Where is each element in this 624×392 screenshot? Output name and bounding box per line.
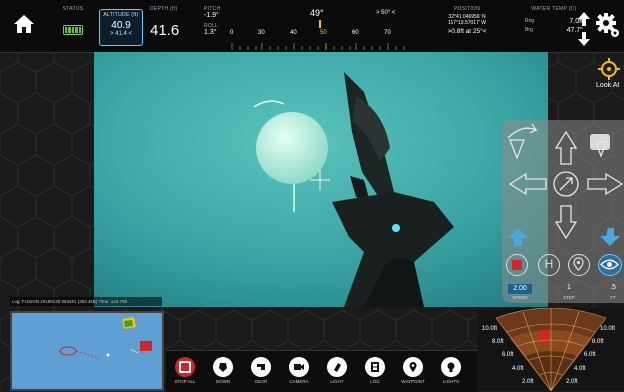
toolbar-label: WAYPOINT <box>401 379 425 384</box>
altitude-value: 40.9 <box>111 20 131 31</box>
look-at-label: Look At <box>596 82 620 89</box>
altitude-label: ALTITUDE (ft) <box>103 12 139 18</box>
water-label: WATER TEMP (C) <box>531 6 577 12</box>
depth-panel: DEPTH (ft) 41.6 <box>150 6 190 46</box>
toolbar-label: DOWN <box>215 379 231 384</box>
sonar-range-left: 10.0ft <box>482 326 498 332</box>
sonar-range-right: 4.0ft <box>574 366 586 372</box>
toolbar-label: STOP ALL <box>174 379 196 384</box>
compass-tick: 70 <box>384 30 391 36</box>
flashlight-icon <box>334 363 341 372</box>
sonar-range-left: 4.0ft <box>512 366 524 372</box>
gear-button[interactable]: GEAR <box>246 357 276 391</box>
compass-tick: 50 <box>320 30 327 36</box>
look-at-button[interactable] <box>598 58 620 80</box>
sonar-range-right: 10.0ft <box>600 326 616 332</box>
heading-value: 49° <box>310 8 324 18</box>
stop-icon <box>512 260 522 270</box>
bulb-icon <box>447 362 455 372</box>
gear-icon <box>596 13 619 37</box>
rng-label: Rng <box>525 18 535 24</box>
map-canvas <box>12 313 162 389</box>
position-label: POSITION <box>453 6 481 12</box>
down-button[interactable]: DOWN <box>208 357 238 391</box>
lights-button[interactable]: LIGHTS <box>436 357 466 391</box>
anchor-icon <box>219 363 227 372</box>
step-value[interactable]: 1 <box>562 284 576 291</box>
stop-icon <box>179 361 191 373</box>
video-frame <box>94 52 548 307</box>
eye-icon <box>600 259 619 270</box>
log-button[interactable]: LOG <box>360 357 390 391</box>
speed-label: SPEED <box>512 295 528 300</box>
waypoint-toolbar-button[interactable]: WAYPOINT <box>398 357 428 391</box>
toolbar-label: LIGHT <box>330 379 344 384</box>
compass-tick: 60 <box>352 30 359 36</box>
mini-map[interactable] <box>10 311 164 391</box>
camera-icon <box>294 364 304 370</box>
waypoint-button[interactable] <box>568 254 590 276</box>
up-down-arrows[interactable] <box>578 12 590 46</box>
third-label: FT <box>610 295 616 300</box>
sonar-range-left: 6.0ft <box>502 352 514 358</box>
light-button[interactable]: LIGHT <box>322 357 352 391</box>
location-pin-icon <box>409 362 417 372</box>
heading-target: > 50° < <box>376 10 396 16</box>
sonar-range-left: 8.0ft <box>492 339 504 345</box>
step-label: STEP <box>563 295 575 300</box>
heading-compass: 49° > 50° < 0 30 40 50 60 70 <box>228 6 414 50</box>
camera-button[interactable]: CAMERA <box>284 357 314 391</box>
up-down-arrows-icon <box>578 12 590 46</box>
sonar-display[interactable]: 10.0ft 8.0ft 6.0ft 4.0ft 2.0ft 10.0ft 8.… <box>478 308 624 391</box>
position-offset: >0.8ft at 25°< <box>447 28 487 35</box>
sonar-range-right: 6.0ft <box>584 352 596 358</box>
hold-icon: H <box>544 257 554 271</box>
toolbar-label: CAMERA <box>289 379 309 384</box>
position-lon: 117°13.57017' W <box>448 20 486 26</box>
stop-record-button[interactable] <box>506 254 528 276</box>
top-status-bar: STATUS ALTITUDE (ft) 40.9 > 41.4 < DEPTH… <box>0 0 624 53</box>
sonar-fan <box>478 308 624 391</box>
home-button[interactable] <box>12 12 36 36</box>
bottom-toolbar: STOP ALL DOWN GEAR CAMERA LIGHT LOG WAYP… <box>166 350 478 392</box>
view-toggle-button[interactable] <box>598 254 622 276</box>
altitude-panel[interactable]: ALTITUDE (ft) 40.9 > 41.4 < <box>99 9 143 46</box>
stop-all-button[interactable]: STOP ALL <box>170 357 200 391</box>
log-info-strip: Log: FUSION 20190128 093451 (353.4kB) Ti… <box>10 297 162 306</box>
home-icon <box>14 15 34 33</box>
third-value[interactable]: .5 <box>606 284 620 291</box>
compass-scale <box>231 43 405 50</box>
toolbar-label: LOG <box>370 379 380 384</box>
film-icon <box>371 362 379 372</box>
gripper-icon <box>257 364 265 370</box>
compass-tick: 0 <box>230 30 234 36</box>
depth-value: 41.6 <box>150 22 180 39</box>
compass-tick: 40 <box>290 30 297 36</box>
speed-value[interactable]: 2.00 <box>508 284 532 294</box>
water-panel: WATER TEMP (C) Rng 7.0ft Brg 47.7° <box>525 6 583 50</box>
sonar-range-left: 2.0ft <box>522 379 534 385</box>
depth-label: DEPTH (ft) <box>150 6 178 12</box>
camera-video-feed[interactable] <box>94 52 548 307</box>
navigation-control-pad: H 2.00 SPEED 1 STEP .5 FT <box>502 120 624 303</box>
brg-label: Brg <box>525 27 533 33</box>
altitude-limit: > 41.4 < <box>109 31 133 37</box>
location-pin-icon <box>573 257 584 271</box>
crosshair-target-icon <box>598 58 620 80</box>
heading-marker <box>319 20 321 28</box>
sonar-range-right: 8.0ft <box>592 339 604 345</box>
toolbar-label: LIGHTS <box>442 379 460 384</box>
hold-button[interactable]: H <box>538 254 560 276</box>
settings-button[interactable] <box>596 10 620 38</box>
status-label: STATUS <box>62 6 84 12</box>
battery-icon <box>63 25 83 35</box>
toolbar-label: GEAR <box>254 379 268 384</box>
sonar-range-right: 2.0ft <box>566 379 578 385</box>
position-panel: POSITION 32°41.046956' N 117°13.57017' W… <box>412 6 522 50</box>
compass-tick: 30 <box>258 30 265 36</box>
